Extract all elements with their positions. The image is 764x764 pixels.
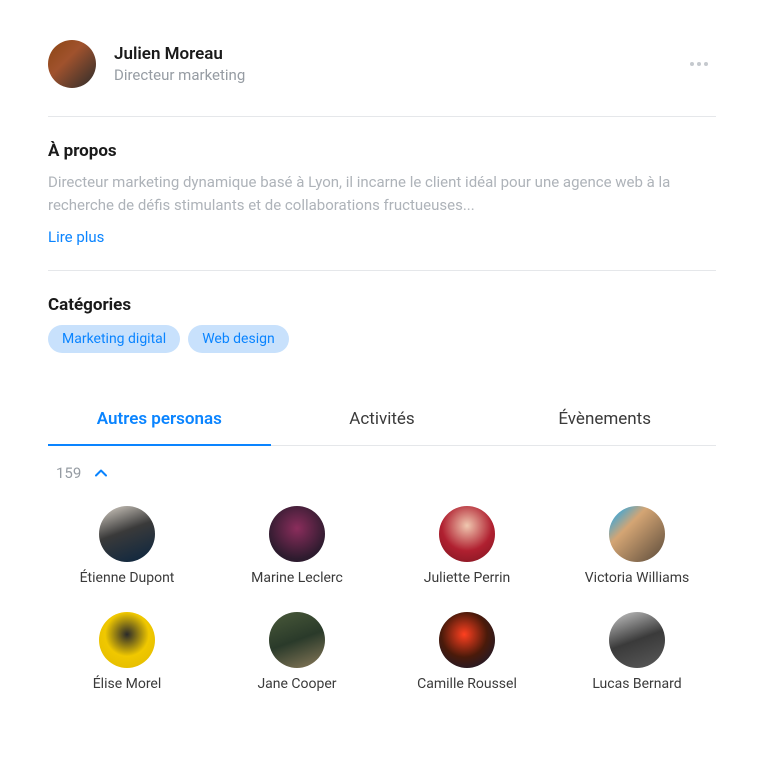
persona-item[interactable]: Marine Leclerc — [218, 506, 376, 586]
persona-avatar — [269, 506, 325, 562]
more-icon[interactable] — [682, 54, 716, 74]
profile-name: Julien Moreau — [114, 44, 245, 64]
personas-count: 159 — [56, 464, 81, 482]
persona-avatar — [99, 506, 155, 562]
tabs: Autres personasActivitésÉvènements — [48, 393, 716, 446]
persona-name: Étienne Dupont — [80, 570, 175, 586]
personas-grid: Étienne Dupont Marine Leclerc Juliette Per… — [48, 492, 716, 692]
about-text: Directeur marketing dynamique basé à Lyo… — [48, 171, 716, 216]
count-row: 159 — [48, 446, 716, 492]
persona-item[interactable]: Victoria Williams — [558, 506, 716, 586]
read-more-link[interactable]: Lire plus — [48, 228, 716, 246]
persona-name: Lucas Bernard — [592, 676, 681, 692]
persona-avatar — [609, 612, 665, 668]
persona-item[interactable]: Camille Roussel — [388, 612, 546, 692]
tag-list: Marketing digital Web design — [48, 325, 716, 353]
persona-name: Jane Cooper — [257, 676, 336, 692]
persona-avatar — [99, 612, 155, 668]
about-section: À propos Directeur marketing dynamique b… — [48, 117, 716, 270]
persona-item[interactable]: Lucas Bernard — [558, 612, 716, 692]
persona-item[interactable]: Élise Morel — [48, 612, 206, 692]
persona-name: Victoria Williams — [585, 570, 689, 586]
chevron-up-icon[interactable] — [95, 469, 107, 477]
tab-évènements[interactable]: Évènements — [493, 393, 716, 445]
categories-heading: Catégories — [48, 295, 716, 315]
category-tag[interactable]: Marketing digital — [48, 325, 180, 353]
persona-avatar — [269, 612, 325, 668]
header-left: Julien Moreau Directeur marketing — [48, 40, 245, 88]
about-heading: À propos — [48, 141, 716, 161]
persona-avatar — [609, 506, 665, 562]
persona-item[interactable]: Étienne Dupont — [48, 506, 206, 586]
categories-section: Catégories Marketing digital Web design — [48, 271, 716, 377]
profile-info: Julien Moreau Directeur marketing — [114, 44, 245, 84]
persona-name: Juliette Perrin — [424, 570, 511, 586]
persona-name: Marine Leclerc — [251, 570, 343, 586]
tab-activités[interactable]: Activités — [271, 393, 494, 445]
category-tag[interactable]: Web design — [188, 325, 289, 353]
profile-title: Directeur marketing — [114, 66, 245, 84]
persona-avatar — [439, 506, 495, 562]
persona-name: Camille Roussel — [417, 676, 517, 692]
profile-header: Julien Moreau Directeur marketing — [48, 40, 716, 88]
persona-name: Élise Morel — [93, 676, 162, 692]
persona-item[interactable]: Jane Cooper — [218, 612, 376, 692]
persona-avatar — [439, 612, 495, 668]
persona-item[interactable]: Juliette Perrin — [388, 506, 546, 586]
tab-autres-personas[interactable]: Autres personas — [48, 393, 271, 445]
profile-avatar[interactable] — [48, 40, 96, 88]
